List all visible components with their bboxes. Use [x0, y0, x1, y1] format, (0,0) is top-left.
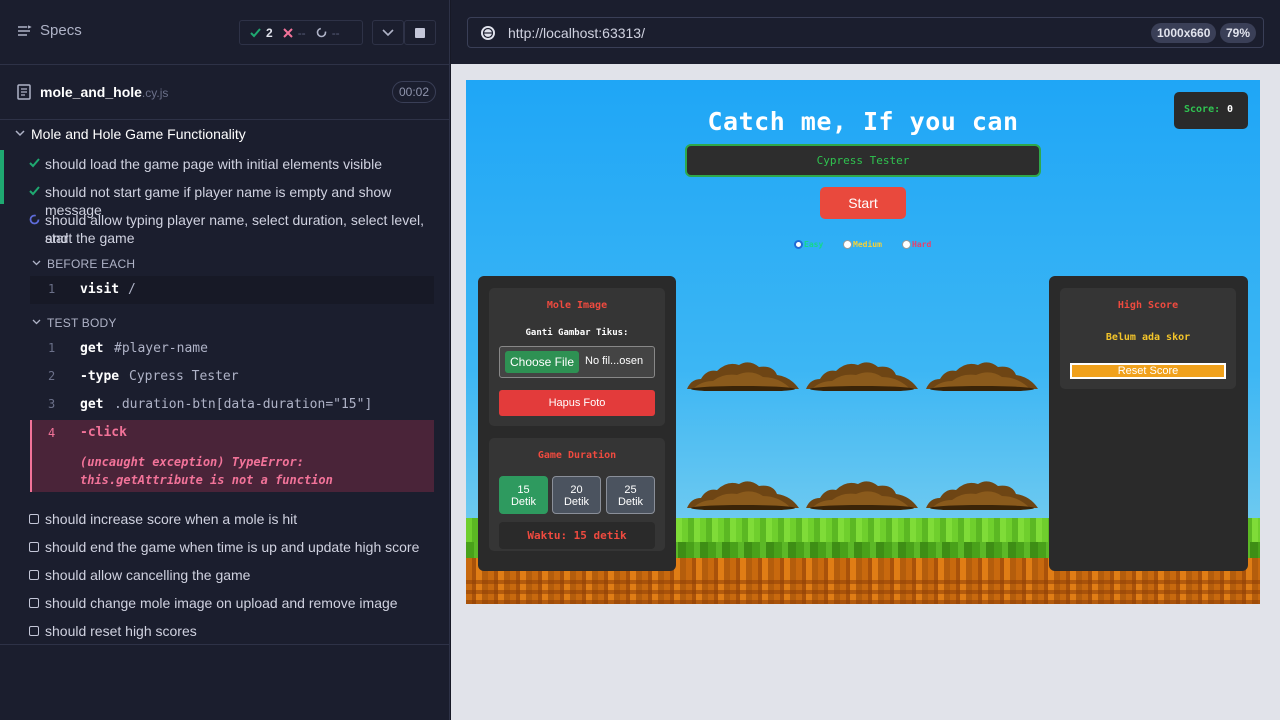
timer-display: Waktu: 15 detik: [499, 522, 655, 549]
suite-title: Mole and Hole Game Functionality: [31, 126, 246, 142]
mole-hole[interactable]: [687, 478, 799, 510]
high-score-panel: High Score Belum ada skor Reset Score: [1049, 276, 1248, 571]
specs-link[interactable]: Specs: [16, 22, 82, 39]
document-icon: [17, 84, 31, 100]
mole-image-card: Mole Image Ganti Gambar Tikus: Choose Fi…: [489, 288, 665, 426]
command-row[interactable]: 2 -type Cypress Tester: [30, 363, 434, 391]
specs-label: Specs: [40, 22, 82, 39]
level-medium-radio[interactable]: Medium: [843, 240, 882, 249]
mole-image-title: Mole Image: [546, 300, 608, 311]
test-item-pending[interactable]: should increase score when a mole is hit: [0, 510, 449, 530]
test-item-pending[interactable]: should end the game when time is up and …: [0, 538, 449, 558]
x-icon: [282, 27, 293, 38]
command-row[interactable]: 3 get .duration-btn[data-duration="15"]: [30, 391, 434, 419]
reset-score-button[interactable]: Reset Score: [1070, 363, 1226, 379]
error-message: (uncaught exception) TypeError: this.get…: [80, 455, 333, 487]
command-row[interactable]: 1 get #player-name: [30, 335, 434, 363]
globe-icon: [481, 26, 495, 40]
high-score-empty: Belum ada skor: [1105, 332, 1191, 343]
check-icon: [29, 158, 40, 168]
start-button[interactable]: Start: [820, 187, 906, 219]
dirt-texture: [466, 576, 1260, 604]
game-viewport: Catch me, If you can Score: 0 Cypress Te…: [466, 80, 1260, 604]
choose-file-button[interactable]: Choose File: [505, 351, 579, 373]
high-score-title: High Score: [1117, 300, 1179, 311]
player-name-input[interactable]: Cypress Tester: [685, 144, 1041, 177]
duration-button-25[interactable]: 25 Detik: [606, 476, 655, 514]
file-status: No fil...osen: [585, 355, 644, 367]
menu-icon: [18, 24, 32, 36]
mole-image-subtitle: Ganti Gambar Tikus:: [525, 328, 629, 338]
mole-hole[interactable]: [926, 478, 1038, 510]
settings-panel: Mole Image Ganti Gambar Tikus: Choose Fi…: [478, 276, 676, 571]
reporter-panel: Specs 2 -- -- mole_and_hole.cy.js 00:02 …: [0, 0, 450, 720]
expand-button[interactable]: [372, 20, 404, 45]
game-duration-card: Game Duration 15 Detik 20 Detik 25 Detik…: [489, 438, 665, 551]
stop-icon: [415, 27, 425, 38]
mole-hole[interactable]: [806, 478, 918, 510]
spec-file-bar: mole_and_hole.cy.js 00:02: [0, 65, 449, 120]
stop-button[interactable]: [404, 20, 436, 45]
viewport-badge[interactable]: 1000x660: [1151, 23, 1217, 43]
run-duration: 00:02: [392, 81, 437, 103]
test-body-header[interactable]: TEST BODY: [47, 316, 117, 330]
duration-button-15[interactable]: 15 Detik: [499, 476, 548, 514]
failed-count: --: [273, 26, 306, 40]
spinner-icon: [29, 214, 40, 225]
mole-hole[interactable]: [687, 359, 799, 391]
test-item-pending[interactable]: should change mole image on upload and r…: [0, 594, 449, 614]
command-row[interactable]: 1 visit /: [30, 276, 434, 304]
mole-image-file-input[interactable]: Choose File No fil...osen: [499, 346, 655, 378]
test-item-pending[interactable]: should reset high scores: [0, 622, 449, 642]
radio-icon: [902, 240, 911, 249]
mole-hole[interactable]: [926, 359, 1038, 391]
pending-icon: [29, 626, 39, 636]
pending-count: --: [306, 26, 340, 40]
app-under-test-panel: http://localhost:63313/ 1000x660 79% Cat…: [451, 0, 1280, 720]
pending-icon: [29, 542, 39, 552]
chevron-down-icon: [32, 319, 41, 325]
zoom-badge[interactable]: 79%: [1220, 23, 1257, 43]
test-stats: 2 -- --: [239, 20, 363, 45]
check-icon: [250, 27, 261, 37]
reporter-header: Specs 2 -- --: [0, 0, 449, 65]
failed-command[interactable]: 4 -click (uncaught exception) TypeError:…: [30, 420, 434, 492]
passed-count: 2: [240, 26, 273, 40]
score-display: Score: 0: [1174, 92, 1248, 129]
duration-button-20[interactable]: 20 Detik: [552, 476, 601, 514]
game-duration-title: Game Duration: [537, 450, 617, 461]
mole-hole[interactable]: [806, 359, 918, 391]
pending-icon: [29, 570, 39, 580]
high-score-card: High Score Belum ada skor Reset Score: [1060, 288, 1236, 389]
chevron-down-icon: [32, 260, 41, 266]
test-item-passed[interactable]: should load the game page with initial e…: [0, 155, 449, 175]
pending-icon: [29, 514, 39, 524]
game-title: Catch me, If you can: [707, 107, 1019, 136]
check-icon: [29, 186, 40, 196]
radio-icon: [794, 240, 803, 249]
chevron-down-icon: [15, 130, 25, 137]
test-item-passed[interactable]: should not start game if player name is …: [0, 183, 449, 218]
chevron-down-icon: [382, 28, 394, 36]
remove-photo-button[interactable]: Hapus Foto: [499, 390, 655, 416]
aut-header: http://localhost:63313/ 1000x660 79%: [451, 0, 1280, 64]
spec-file-name: mole_and_hole.cy.js: [40, 84, 169, 100]
pending-icon: [316, 27, 326, 38]
url-bar[interactable]: http://localhost:63313/ 1000x660 79%: [467, 17, 1264, 48]
divider: [0, 644, 449, 645]
level-easy-radio[interactable]: Easy: [794, 240, 823, 249]
test-item-running[interactable]: should allow typing player name, select …: [0, 211, 449, 249]
radio-icon: [843, 240, 852, 249]
pending-icon: [29, 598, 39, 608]
before-each-header[interactable]: BEFORE EACH: [47, 257, 135, 271]
level-hard-radio[interactable]: Hard: [902, 240, 931, 249]
test-item-pending[interactable]: should allow cancelling the game: [0, 566, 449, 586]
url-text: http://localhost:63313/: [508, 25, 645, 41]
